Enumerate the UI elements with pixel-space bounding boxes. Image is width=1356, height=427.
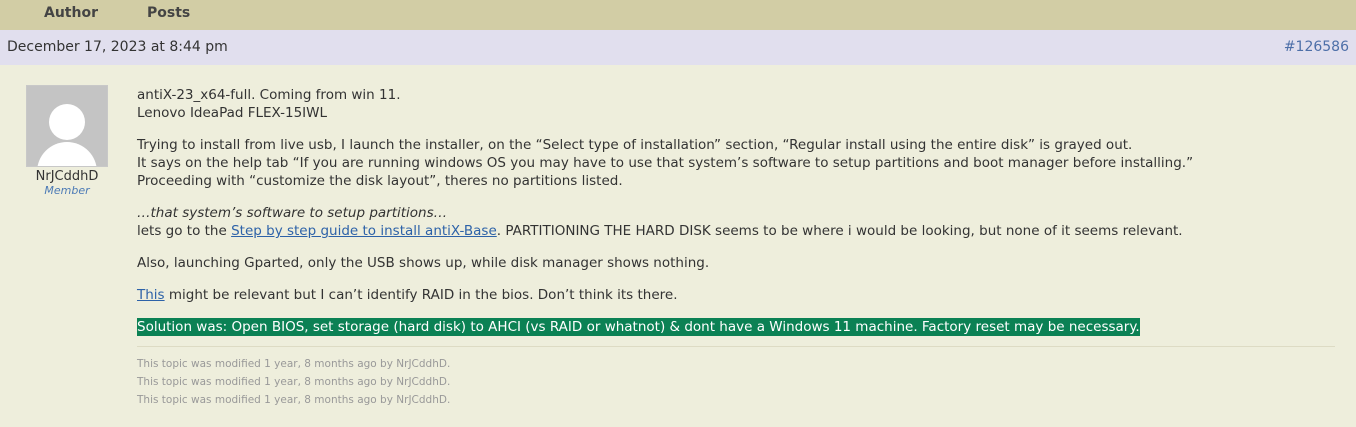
- post-date: December 17, 2023 at 8:44 pm: [7, 39, 228, 55]
- revision-log-entry: This topic was modified 1 year, 8 months…: [137, 394, 451, 406]
- post-meta-bar: December 17, 2023 at 8:44 pm #126586: [0, 30, 1356, 65]
- post-permalink[interactable]: #126586: [1284, 39, 1349, 55]
- author-role: Member: [44, 184, 90, 197]
- post-content: antiX-23_x64-full. Coming from win 11. L…: [137, 86, 1337, 409]
- post-text-line: antiX-23_x64-full. Coming from win 11.: [137, 87, 401, 103]
- default-user-avatar-icon[interactable]: [26, 85, 108, 167]
- divider: [137, 346, 1335, 347]
- post-text: lets go to the: [137, 223, 232, 239]
- post-body: NrJCddhD Member antiX-23_x64-full. Comin…: [0, 65, 1356, 427]
- install-guide-link[interactable]: Step by step guide to install antiX-Base: [231, 223, 497, 239]
- post-paragraph: This might be relevant but I can’t ident…: [137, 286, 1337, 304]
- post-text: might be relevant but I can’t identify R…: [164, 287, 678, 303]
- forum-table-header: Author Posts: [0, 0, 1356, 30]
- post-paragraph: Trying to install from live usb, I launc…: [137, 136, 1337, 190]
- post-paragraph: Also, launching Gparted, only the USB sh…: [137, 255, 710, 271]
- post-text-line: Lenovo IdeaPad FLEX-15IWL: [137, 105, 328, 121]
- author-name[interactable]: NrJCddhD: [26, 169, 108, 184]
- posts-column-header: Posts: [147, 5, 191, 21]
- post-paragraph: Solution was: Open BIOS, set storage (ha…: [137, 318, 1337, 336]
- post-text-line: Proceeding with “customize the disk layo…: [137, 173, 623, 189]
- revision-log-entry: This topic was modified 1 year, 8 months…: [137, 358, 451, 370]
- post-paragraph: antiX-23_x64-full. Coming from win 11. L…: [137, 86, 1337, 122]
- revision-log-entry: This topic was modified 1 year, 8 months…: [137, 376, 451, 388]
- reference-link[interactable]: This: [137, 287, 165, 303]
- post-text-line: It says on the help tab “If you are runn…: [137, 155, 1194, 171]
- post-paragraph: …that system’s software to setup partiti…: [137, 204, 1337, 240]
- quoted-text: …that system’s software to setup partiti…: [137, 205, 448, 221]
- author-column-header: Author: [44, 5, 98, 21]
- post-author: NrJCddhD Member: [26, 85, 108, 197]
- post-text: . PARTITIONING THE HARD DISK seems to be…: [496, 223, 1183, 239]
- post-text-line: Trying to install from live usb, I launc…: [137, 137, 1133, 153]
- solution-highlight: Solution was: Open BIOS, set storage (ha…: [137, 318, 1140, 336]
